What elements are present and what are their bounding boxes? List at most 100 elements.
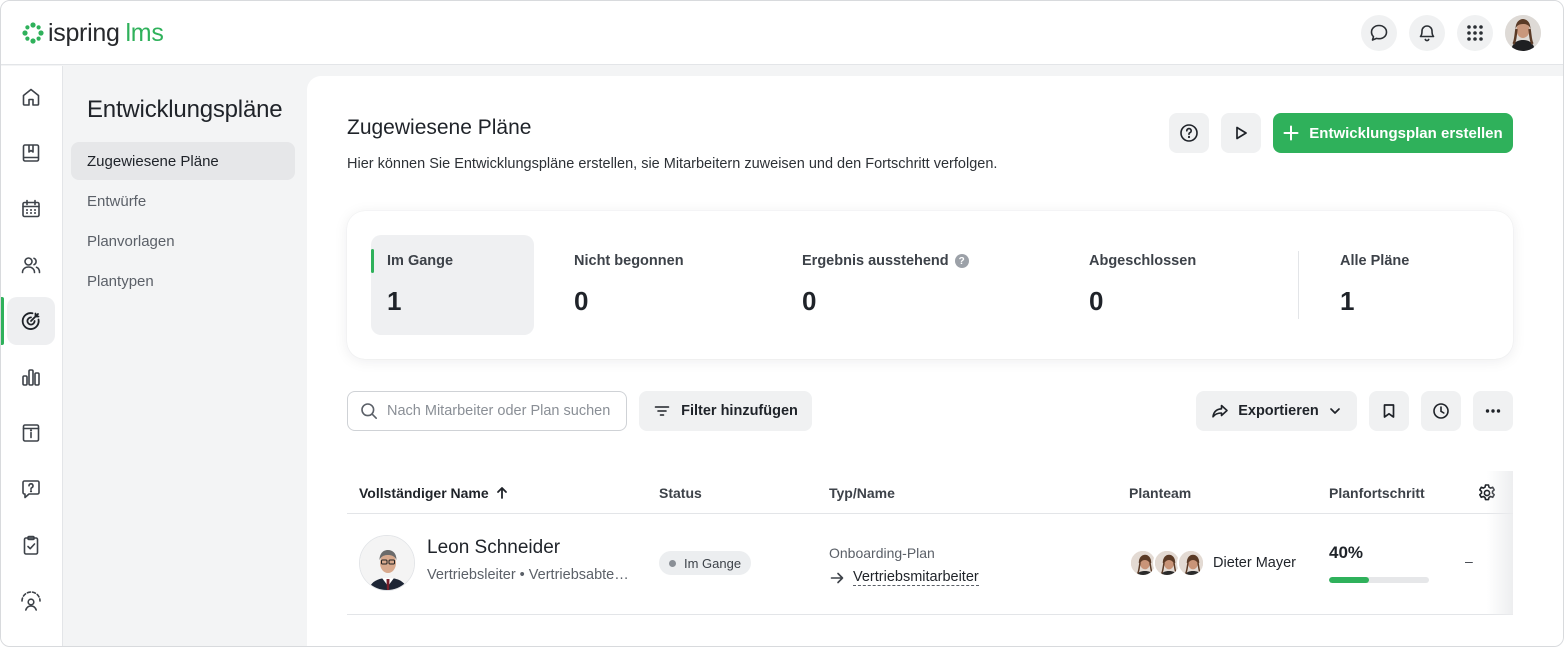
- column-header-full-name[interactable]: Vollständiger Name: [359, 485, 509, 501]
- column-label: Planfortschritt: [1329, 485, 1425, 501]
- info-card-icon: [22, 424, 40, 442]
- sticky-column-shadow: [1487, 471, 1513, 615]
- column-header-plan-progress[interactable]: Planfortschritt: [1329, 485, 1425, 501]
- stat-result-pending[interactable]: Ergebnis ausstehend ? 0: [786, 235, 1046, 335]
- plan-team[interactable]: Dieter Mayer: [1129, 549, 1305, 577]
- nav-info[interactable]: [7, 409, 55, 457]
- status-label: Im Gange: [684, 555, 742, 571]
- column-header-plan-team[interactable]: Planteam: [1129, 485, 1191, 501]
- section-title: Entwicklungspläne: [87, 96, 283, 123]
- plus-icon: [1283, 125, 1299, 141]
- gauge-user-icon: [21, 591, 41, 611]
- table-header: Vollständiger Name Status Typ/Name Plant…: [347, 471, 1513, 514]
- stat-label: Alle Pläne: [1340, 253, 1410, 269]
- stat-in-progress[interactable]: Im Gange 1: [371, 235, 534, 335]
- calendar-icon: [22, 199, 40, 218]
- team-member-name: Dieter Mayer: [1213, 555, 1296, 571]
- add-filter-label: Filter hinzufügen: [681, 403, 798, 419]
- home-icon: [22, 88, 40, 106]
- logo[interactable]: ispring lms: [21, 17, 164, 49]
- brand-suffix: lms: [125, 18, 164, 47]
- chart-icon: [22, 369, 40, 386]
- notifications-button[interactable]: [1409, 15, 1445, 51]
- plan-name[interactable]: Vertriebsmitarbeiter: [853, 569, 979, 586]
- progress-bar: [1329, 577, 1429, 583]
- chat-button[interactable]: [1361, 15, 1397, 51]
- sort-ascending-icon: [496, 487, 507, 499]
- create-plan-label: Entwicklungsplan erstellen: [1309, 124, 1503, 142]
- export-button[interactable]: Exportieren: [1196, 391, 1357, 431]
- status-badge: Im Gange: [659, 551, 752, 575]
- status-dot: [669, 559, 676, 567]
- chat-icon: [1370, 24, 1388, 41]
- stat-completed[interactable]: Abgeschlossen 0: [1073, 235, 1273, 335]
- user-avatar[interactable]: [1505, 15, 1541, 51]
- filter-icon: [654, 406, 670, 416]
- nav-performance[interactable]: [7, 577, 55, 625]
- column-header-status[interactable]: Status: [659, 485, 702, 501]
- active-indicator: [1, 297, 4, 345]
- brand-name: ispring: [48, 18, 120, 47]
- sidebar-item-label: Entwürfe: [87, 192, 147, 210]
- more-horizontal-icon: [1485, 409, 1501, 413]
- main-nav-rail: [1, 66, 63, 646]
- nav-users[interactable]: [7, 241, 55, 289]
- create-plan-button[interactable]: Entwicklungsplan erstellen: [1273, 113, 1513, 153]
- search-box[interactable]: [347, 391, 627, 431]
- main-content: Zugewiesene Pläne Hier können Sie Entwic…: [307, 76, 1563, 646]
- sidebar-item-assigned-plans[interactable]: Zugewiesene Pläne: [71, 142, 295, 180]
- add-filter-button[interactable]: Filter hinzufügen: [639, 391, 812, 431]
- nav-development-plans[interactable]: [7, 297, 55, 345]
- stat-label: Abgeschlossen: [1089, 253, 1197, 269]
- clipboard-check-icon: [23, 535, 39, 555]
- more-options-button[interactable]: [1473, 391, 1513, 431]
- nav-courses[interactable]: [7, 129, 55, 177]
- progress-bar-fill: [1329, 577, 1369, 583]
- sidebar-item-label: Zugewiesene Pläne: [87, 152, 219, 170]
- arrow-right-icon: [830, 572, 844, 583]
- target-icon: [21, 312, 40, 330]
- table-row[interactable]: Leon Schneider Vertriebsleiter • Vertrie…: [347, 515, 1513, 615]
- sidebar-item-plan-types[interactable]: Plantypen: [71, 262, 295, 300]
- bell-icon: [1419, 25, 1435, 42]
- clock-icon: [1433, 403, 1449, 419]
- column-header-type-name[interactable]: Typ/Name: [829, 485, 895, 501]
- apps-grid-icon: [1467, 25, 1483, 41]
- stat-not-started[interactable]: Nicht begonnen 0: [558, 235, 758, 335]
- active-indicator: [371, 249, 374, 273]
- nav-tasks[interactable]: [7, 521, 55, 569]
- stat-label: Im Gange: [387, 253, 454, 269]
- stats-panel: Im Gange 1 Nicht begonnen 0 Ergebnis aus…: [347, 211, 1513, 359]
- help-icon[interactable]: ?: [954, 254, 969, 268]
- question-chat-icon: [22, 480, 40, 499]
- column-label: Typ/Name: [829, 485, 895, 501]
- help-button[interactable]: [1169, 113, 1209, 153]
- employee-avatar: [359, 535, 415, 591]
- bookmark-icon: [1383, 404, 1395, 418]
- divider: [1298, 251, 1299, 319]
- nav-questions[interactable]: [7, 465, 55, 513]
- plan-name-link[interactable]: Vertriebsmitarbeiter: [829, 569, 979, 586]
- stat-label: Ergebnis ausstehend ?: [802, 253, 969, 269]
- stat-all-plans[interactable]: Alle Pläne 1: [1324, 235, 1494, 335]
- nav-calendar[interactable]: [7, 185, 55, 233]
- search-input[interactable]: [387, 403, 613, 419]
- users-icon: [21, 257, 41, 274]
- nav-reports[interactable]: [7, 353, 55, 401]
- progress-value: 40%: [1329, 543, 1364, 562]
- video-tutorial-button[interactable]: [1221, 113, 1261, 153]
- saved-views-button[interactable]: [1369, 391, 1409, 431]
- stat-value: 0: [1089, 286, 1104, 316]
- play-icon: [1236, 126, 1247, 140]
- employee-name[interactable]: Leon Schneider: [427, 537, 560, 559]
- apps-button[interactable]: [1457, 15, 1493, 51]
- stat-value: 0: [802, 286, 817, 316]
- sidebar-item-templates[interactable]: Planvorlagen: [71, 222, 295, 260]
- stat-label-text: Ergebnis ausstehend: [802, 253, 949, 269]
- history-button[interactable]: [1421, 391, 1461, 431]
- nav-home[interactable]: [7, 73, 55, 121]
- column-label: Status: [659, 485, 702, 501]
- stat-value: 1: [1340, 286, 1355, 316]
- stat-value: 0: [574, 286, 589, 316]
- sidebar-item-drafts[interactable]: Entwürfe: [71, 182, 295, 220]
